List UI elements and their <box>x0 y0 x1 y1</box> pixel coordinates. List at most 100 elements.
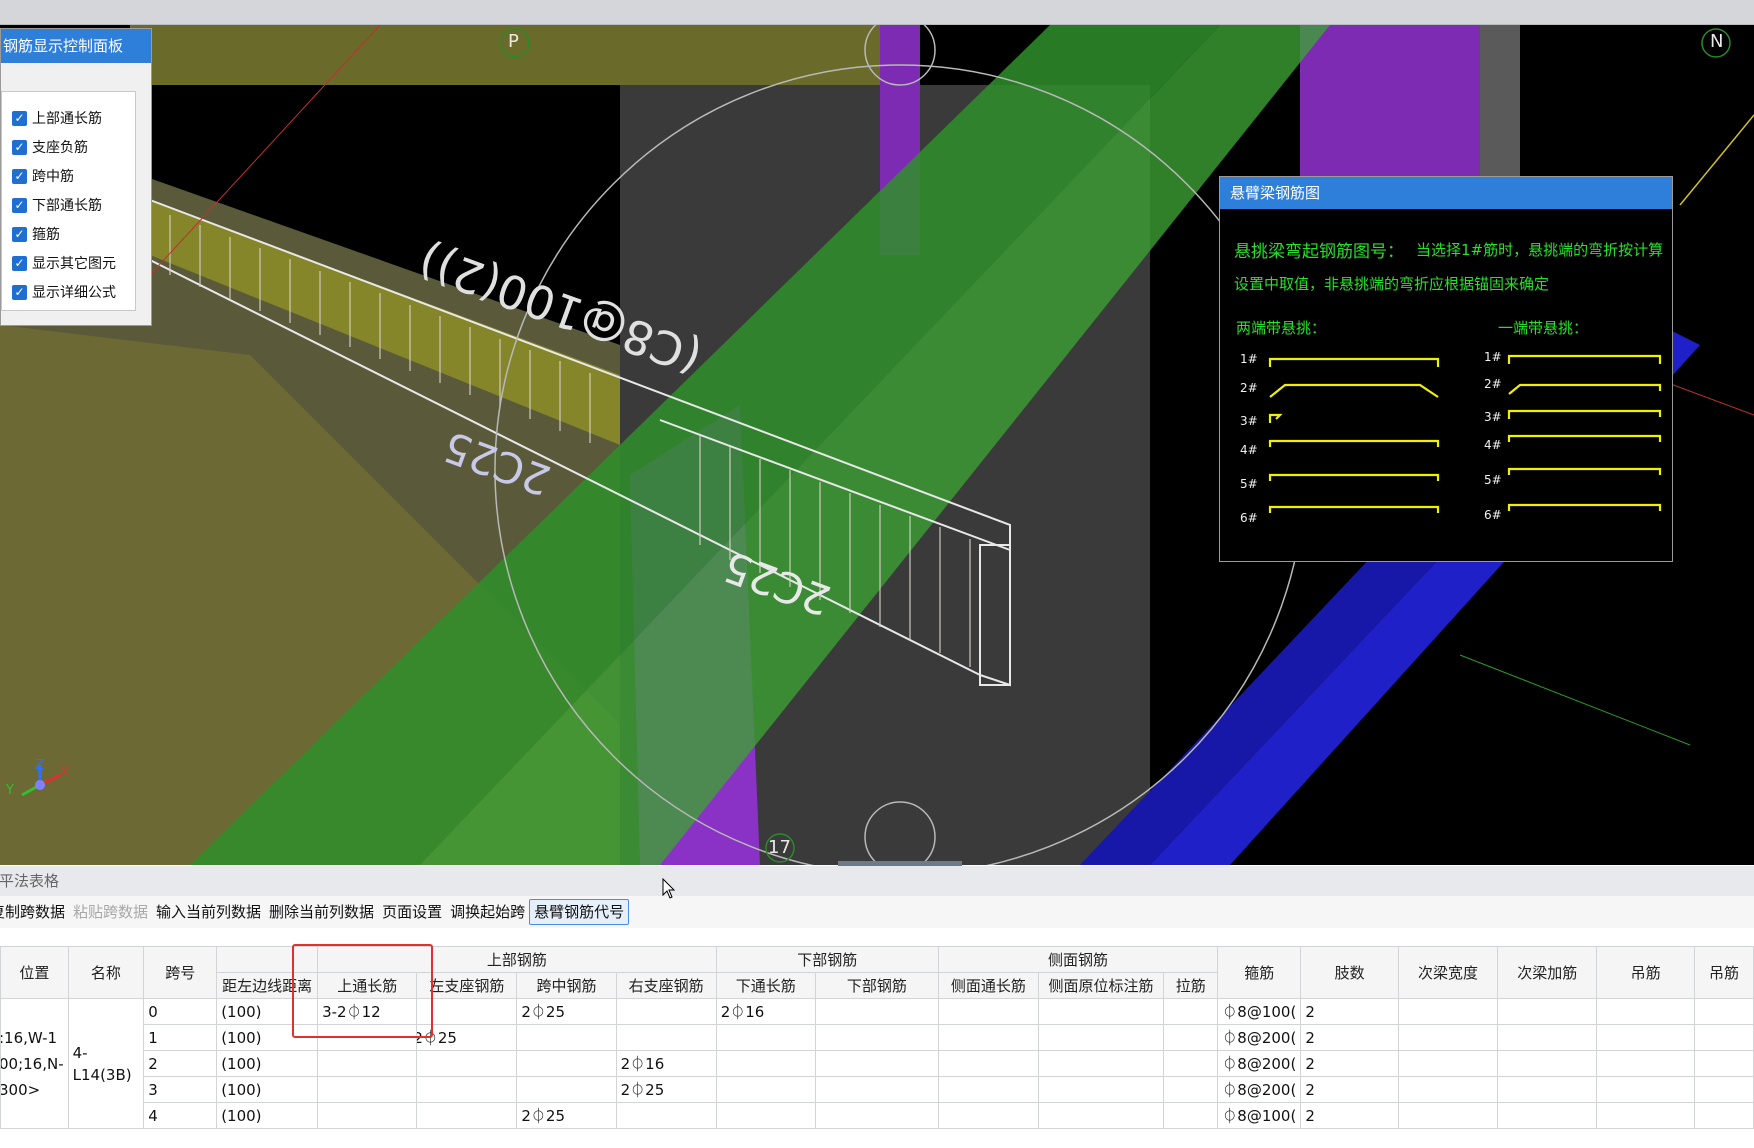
cell-right-support[interactable] <box>615 1024 717 1051</box>
cell-edge[interactable]: (100) <box>216 1102 319 1129</box>
cell-top-through[interactable] <box>317 1024 418 1051</box>
checkbox-icon[interactable]: ✓ <box>12 284 27 300</box>
header-hanger-2[interactable]: 吊筋 <box>1693 946 1754 999</box>
cell-left-support[interactable]: 2⏀25 <box>416 1024 518 1051</box>
cell-bottom-bars[interactable] <box>814 1102 939 1129</box>
cell-hanger[interactable] <box>1596 1102 1695 1129</box>
cell-top-through[interactable] <box>317 1050 418 1077</box>
cell-sec-add[interactable] <box>1497 998 1598 1025</box>
header-position[interactable]: 位置 <box>0 946 69 999</box>
cell-bottom-bars[interactable] <box>814 1076 939 1103</box>
page-setup-button[interactable]: 页面设置 <box>378 900 446 924</box>
cell-bottom-through[interactable] <box>715 1102 816 1129</box>
header-sec-add[interactable]: 次梁加筋 <box>1497 946 1598 999</box>
cantilever-rebar-code-button[interactable]: 悬臂钢筋代号 <box>529 899 630 925</box>
cell-hanger-2[interactable] <box>1693 1076 1754 1103</box>
toggle-top-through-bar[interactable]: ✓ 上部通长筋 <box>12 106 102 130</box>
cell-stirrup[interactable]: ⏀8@200( <box>1217 1050 1302 1077</box>
cell-edge[interactable]: (100) <box>216 998 319 1025</box>
table-row[interactable]: :16,W-1 00;16,N- 300> 4- L14(3B) 0 (100)… <box>0 998 1754 1129</box>
cell-hanger-2[interactable] <box>1693 1024 1754 1051</box>
cell-side-through[interactable] <box>937 1024 1039 1051</box>
cell-side-through[interactable] <box>937 1050 1039 1077</box>
header-legs[interactable]: 肢数 <box>1300 946 1399 999</box>
cell-tie[interactable] <box>1163 1102 1219 1129</box>
cell-left-support[interactable] <box>416 1102 518 1129</box>
checkbox-icon[interactable]: ✓ <box>12 139 27 155</box>
cell-mid-span[interactable]: 2⏀25 <box>516 998 617 1025</box>
header-name[interactable]: 名称 <box>67 946 145 999</box>
cell-legs[interactable]: 2 <box>1300 1050 1399 1077</box>
cell-hanger[interactable] <box>1596 1076 1695 1103</box>
cell-stirrup[interactable]: ⏀8@200( <box>1217 1024 1302 1051</box>
cell-hanger[interactable] <box>1596 1024 1695 1051</box>
cell-side-orig[interactable] <box>1037 1050 1165 1077</box>
cell-right-support[interactable]: 2⏀16 <box>615 1050 717 1077</box>
table-row[interactable]: 2 (100) 2⏀16 ⏀8@200( 2 <box>1 1050 1754 1077</box>
table-row[interactable]: 1 (100) 2⏀25 ⏀8@200( 2 <box>1 1024 1754 1051</box>
cell-mid-span[interactable] <box>516 1050 617 1077</box>
cell-legs[interactable]: 2 <box>1300 998 1399 1025</box>
cell-sec-width[interactable] <box>1397 998 1499 1025</box>
toggle-bottom-through-bar[interactable]: ✓ 下部通长筋 <box>12 193 102 217</box>
delete-column-data-button[interactable]: 删除当前列数据 <box>265 900 378 924</box>
table-row[interactable]: 3 (100) 2⏀25 ⏀8@200( 2 <box>1 1076 1754 1103</box>
cell-name[interactable]: 4- L14(3B) <box>67 998 145 1129</box>
cell-left-support[interactable] <box>416 998 518 1025</box>
cell-left-support[interactable] <box>416 1050 518 1077</box>
cell-legs[interactable]: 2 <box>1300 1102 1399 1129</box>
checkbox-icon[interactable]: ✓ <box>12 255 27 271</box>
cell-span[interactable]: 4 <box>143 1102 218 1129</box>
paste-span-data-button[interactable]: 粘贴跨数据 <box>69 900 152 924</box>
input-column-data-button[interactable]: 输入当前列数据 <box>152 900 265 924</box>
cell-side-through[interactable] <box>937 1102 1039 1129</box>
cell-side-orig[interactable] <box>1037 1024 1165 1051</box>
cell-right-support[interactable] <box>615 998 717 1025</box>
header-tie[interactable]: 拉筋 <box>1163 972 1219 999</box>
cell-side-through[interactable] <box>937 998 1039 1025</box>
header-right-support[interactable]: 右支座钢筋 <box>615 972 717 999</box>
cell-hanger[interactable] <box>1596 998 1695 1025</box>
header-top-group[interactable]: 上部钢筋 <box>317 946 717 973</box>
cell-edge[interactable]: (100) <box>216 1024 319 1051</box>
cell-span[interactable]: 2 <box>143 1050 218 1077</box>
cell-top-through[interactable]: 3-2⏀12 <box>317 998 418 1025</box>
cell-span[interactable]: 3 <box>143 1076 218 1103</box>
header-span[interactable]: 跨号 <box>143 946 218 999</box>
header-bottom-group[interactable]: 下部钢筋 <box>715 946 939 973</box>
cell-left-support[interactable] <box>416 1076 518 1103</box>
cell-edge[interactable]: (100) <box>216 1050 319 1077</box>
cell-sec-add[interactable] <box>1497 1102 1598 1129</box>
header-left-support[interactable]: 左支座钢筋 <box>416 972 518 999</box>
checkbox-icon[interactable]: ✓ <box>12 226 27 242</box>
cell-bottom-bars[interactable] <box>814 1050 939 1077</box>
cell-tie[interactable] <box>1163 998 1219 1025</box>
cell-sec-add[interactable] <box>1497 1076 1598 1103</box>
cell-sec-add[interactable] <box>1497 1024 1598 1051</box>
header-bottom-bars[interactable]: 下部钢筋 <box>814 972 939 999</box>
header-hanger[interactable]: 吊筋 <box>1596 946 1695 999</box>
cell-span[interactable]: 0 <box>143 998 218 1025</box>
cell-edge[interactable]: (100) <box>216 1076 319 1103</box>
checkbox-icon[interactable]: ✓ <box>12 197 27 213</box>
cell-sec-width[interactable] <box>1397 1050 1499 1077</box>
cell-sec-width[interactable] <box>1397 1076 1499 1103</box>
toggle-stirrup[interactable]: ✓ 箍筋 <box>12 222 60 246</box>
cell-hanger[interactable] <box>1596 1050 1695 1077</box>
cell-sec-add[interactable] <box>1497 1050 1598 1077</box>
table-row[interactable]: 4 (100) 2⏀25 ⏀8@100( 2 <box>1 1102 1754 1129</box>
cell-stirrup[interactable]: ⏀8@100( <box>1217 998 1302 1025</box>
copy-span-data-button[interactable]: 复制跨数据 <box>0 900 69 924</box>
cell-legs[interactable]: 2 <box>1300 1024 1399 1051</box>
cell-span[interactable]: 1 <box>143 1024 218 1051</box>
cell-side-through[interactable] <box>937 1076 1039 1103</box>
cell-top-through[interactable] <box>317 1102 418 1129</box>
header-side-group[interactable]: 侧面钢筋 <box>937 946 1219 973</box>
cell-tie[interactable] <box>1163 1024 1219 1051</box>
cell-hanger-2[interactable] <box>1693 1050 1754 1077</box>
cell-mid-span[interactable]: 2⏀25 <box>516 1102 617 1129</box>
cell-mid-span[interactable] <box>516 1024 617 1051</box>
cell-right-support[interactable] <box>615 1102 717 1129</box>
cell-side-orig[interactable] <box>1037 1102 1165 1129</box>
toggle-detailed-formula[interactable]: ✓ 显示详细公式 <box>12 280 116 304</box>
